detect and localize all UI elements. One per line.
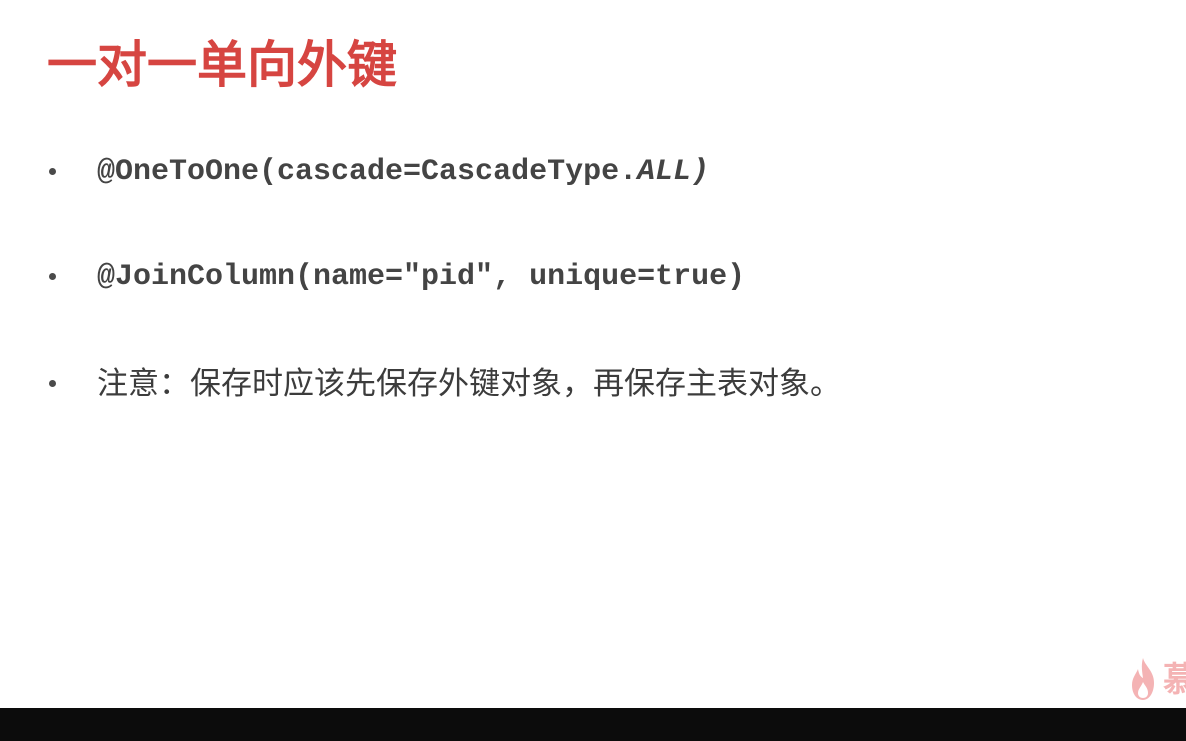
slide-title: 一对一单向外键 xyxy=(47,36,397,94)
code-annotation-italic: ALL) xyxy=(637,155,710,189)
bullet-note-text: 注意：保存时应该先保存外键对象，再保存主表对象。 xyxy=(97,366,841,402)
flame-icon xyxy=(1132,658,1154,700)
bullet-dot-icon xyxy=(49,273,56,280)
watermark-logo: 慕 xyxy=(1128,652,1186,706)
bullet-item-onetoone: @OneToOne(cascade=CascadeType.ALL) xyxy=(0,150,1100,194)
bullet-item-joincolumn: @JoinColumn(name="pid", unique=true) xyxy=(0,255,1100,299)
bullet-code-text: @OneToOne(cascade=CascadeType.ALL) xyxy=(97,150,709,194)
slide: 一对一单向外键 @OneToOne(cascade=CascadeType.AL… xyxy=(0,0,1186,708)
bullet-code-text: @JoinColumn(name="pid", unique=true) xyxy=(97,260,746,294)
video-bottom-bar xyxy=(0,708,1186,741)
bullet-dot-icon xyxy=(49,380,56,387)
code-annotation: @OneToOne(cascade=CascadeType. xyxy=(97,155,638,189)
bullet-item-note: 注意：保存时应该先保存外键对象，再保存主表对象。 xyxy=(0,362,1100,406)
bullet-dot-icon xyxy=(49,168,56,175)
watermark-text: 慕 xyxy=(1163,660,1186,700)
